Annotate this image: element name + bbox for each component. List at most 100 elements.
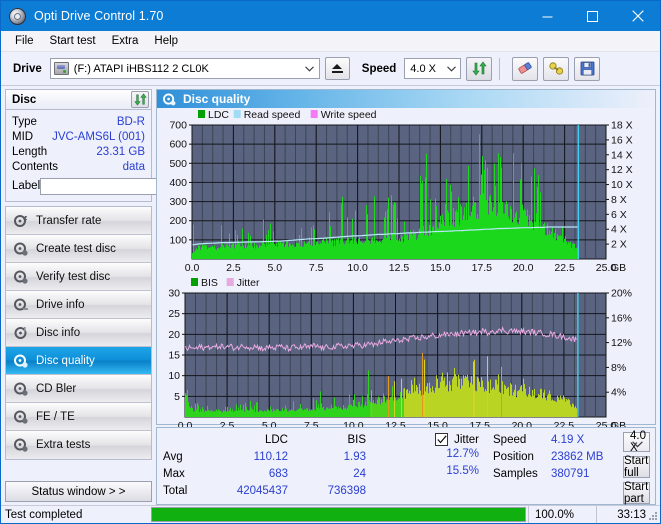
menu-help[interactable]: Help (147, 33, 187, 50)
title-bar: Opti Drive Control 1.70 (1, 1, 660, 31)
svg-text:6 X: 6 X (611, 209, 627, 221)
eraser-icon (517, 61, 534, 76)
svg-text:18 X: 18 X (611, 120, 633, 132)
svg-text:GB: GB (611, 262, 626, 274)
disc-row-length: Length 23.31 GB (12, 144, 145, 159)
sidebar-item-cd-bler[interactable]: CD Bler (6, 375, 151, 403)
sidebar: Disc Type BD-R MID JVC-AMS6L (001) (1, 86, 156, 505)
sidebar-item-transfer-rate[interactable]: Transfer rate (6, 207, 151, 235)
svg-text:5: 5 (174, 391, 180, 403)
disc-create-icon (13, 242, 29, 256)
sidebar-item-label: CD Bler (36, 383, 76, 395)
erase-button[interactable] (512, 57, 538, 81)
disc-info-box: Type BD-R MID JVC-AMS6L (001) Length 23.… (5, 109, 152, 202)
drive-select[interactable]: (F:) ATAPI iHBS112 2 CL0K (50, 58, 320, 79)
disc-row-mid: MID JVC-AMS6L (001) (12, 129, 145, 144)
sidebar-item-label: Drive info (36, 299, 85, 311)
sidebar-item-fe-te[interactable]: FE / TE (6, 403, 151, 431)
speed-label: Speed (362, 63, 397, 75)
svg-text:BIS: BIS (201, 277, 218, 289)
position-key: Position (493, 451, 551, 463)
svg-text:7.5: 7.5 (309, 262, 324, 274)
sidebar-item-label: Disc info (36, 327, 80, 339)
jitter-max-value: 15.5% (375, 465, 493, 482)
eject-button[interactable] (325, 57, 350, 80)
disc-test-icon (13, 214, 29, 228)
menu-file[interactable]: File (8, 33, 43, 50)
bis-jitter-chart: BISJitter510152025304%8%12%16%20%0.02.55… (157, 276, 655, 434)
speed-select-value: 4.0 X (410, 63, 436, 75)
svg-text:700: 700 (169, 120, 187, 132)
drive-select-value: (F:) ATAPI iHBS112 2 CL0K (74, 63, 209, 75)
sidebar-item-disc-info[interactable]: Disc info (6, 319, 151, 347)
svg-text:25: 25 (168, 308, 180, 320)
sidebar-item-drive-info[interactable]: Drive info (6, 291, 151, 319)
disc-refresh-button[interactable] (131, 91, 149, 108)
disc-value: JVC-AMS6L (001) (52, 131, 145, 143)
minimize-icon[interactable] (525, 1, 570, 31)
speed-select[interactable]: 4.0 X (404, 58, 461, 79)
progress-bar (151, 507, 526, 522)
jitter-checkbox[interactable] (435, 433, 448, 446)
svg-text:14 X: 14 X (611, 149, 633, 161)
stats-bis-value: 1.93 (288, 451, 366, 463)
jitter-column: Jitter 12.7% 15.5% (375, 428, 493, 504)
status-window-button[interactable]: Status window > > (5, 481, 152, 502)
svg-text:12%: 12% (611, 337, 632, 349)
svg-text:LDC: LDC (208, 109, 229, 121)
svg-text:10: 10 (168, 370, 180, 382)
stats-bis-value: 736398 (288, 485, 366, 497)
svg-text:5.0: 5.0 (267, 262, 282, 274)
chevron-down-icon[interactable] (301, 59, 319, 78)
speed-info-row: Speed 4.19 X (493, 431, 623, 448)
samples-key: Samples (493, 468, 551, 480)
menu-start-test[interactable]: Start test (43, 33, 105, 50)
bis-jitter-chart-svg: BISJitter510152025304%8%12%16%20%0.02.55… (157, 276, 653, 434)
svg-text:30: 30 (168, 288, 180, 300)
drive-label: Drive (13, 63, 42, 75)
start-part-button[interactable]: Start part (623, 482, 650, 504)
progress-percent: 100.0% (528, 506, 596, 523)
disc-panel-title: Disc (12, 94, 36, 106)
test-speed-select[interactable]: 4.0 X (623, 432, 650, 452)
svg-text:15: 15 (168, 350, 180, 362)
save-button[interactable] (574, 57, 600, 81)
sidebar-item-label: Transfer rate (36, 215, 101, 227)
disc-value: 23.31 GB (96, 146, 145, 158)
sidebar-item-create-test-disc[interactable]: Create test disc (6, 235, 151, 263)
svg-text:500: 500 (169, 158, 187, 170)
svg-text:8 X: 8 X (611, 194, 627, 206)
svg-text:12.5: 12.5 (389, 262, 410, 274)
sidebar-item-disc-quality[interactable]: Disc quality (6, 347, 151, 375)
app-window: Opti Drive Control 1.70 File Start test … (0, 0, 661, 524)
svg-text:17.5: 17.5 (472, 262, 493, 274)
refresh-icon (472, 61, 487, 76)
chevron-down-icon[interactable] (632, 439, 643, 451)
sidebar-item-verify-test-disc[interactable]: Verify test disc (6, 263, 151, 291)
disc-key: MID (12, 131, 52, 143)
maximize-icon[interactable] (570, 1, 615, 31)
chevron-down-icon[interactable] (442, 59, 460, 78)
jitter-avg-value: 12.7% (375, 448, 493, 465)
toolbar: Drive (F:) ATAPI iHBS112 2 CL0K Speed 4.… (1, 52, 660, 86)
svg-text:16 X: 16 X (611, 134, 633, 146)
nav-list: Transfer rate Create test disc Verify te… (5, 206, 152, 460)
disc-row-type: Type BD-R (12, 114, 145, 129)
ldc-chart: LDCRead speedWrite speed1002003004005006… (157, 108, 655, 276)
stats-ldc-value: 110.12 (208, 451, 288, 463)
start-full-button[interactable]: Start full (623, 456, 650, 478)
stats-table: LDC BIS Avg 110.12 1.93 Max 683 24 Tot (157, 428, 375, 504)
svg-text:10.0: 10.0 (347, 262, 368, 274)
speed-info-column: Speed 4.19 X Position 23862 MB Samples 3… (493, 428, 623, 504)
close-icon[interactable] (615, 1, 660, 31)
refresh-button[interactable] (466, 57, 492, 81)
resize-grip-icon[interactable] (647, 510, 658, 521)
status-message: Test completed (1, 506, 149, 523)
tools-button[interactable] (543, 57, 569, 81)
svg-text:Read speed: Read speed (244, 109, 301, 121)
stats-col-ldc: LDC (208, 434, 288, 446)
window-title: Opti Drive Control 1.70 (34, 9, 163, 23)
stats-bis-value: 24 (288, 468, 366, 480)
menu-extra[interactable]: Extra (105, 33, 148, 50)
sidebar-item-extra-tests[interactable]: Extra tests (6, 431, 151, 459)
